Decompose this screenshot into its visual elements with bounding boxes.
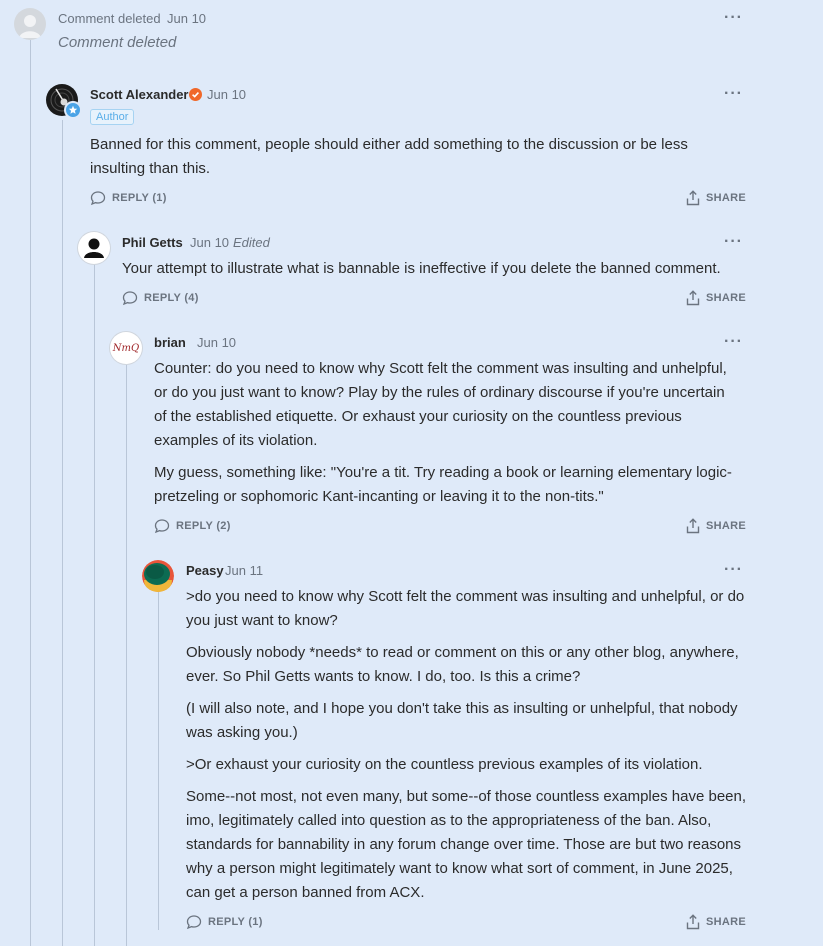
comment-date[interactable]: Jun 10 (207, 87, 246, 102)
user-placeholder-icon (19, 15, 41, 38)
comment-bubble-icon (90, 191, 106, 206)
share-button[interactable]: SHARE (686, 914, 746, 930)
reply-label: REPLY (1) (208, 916, 263, 928)
author-badge: Author (90, 109, 135, 125)
comment-body: Counter: do you need to know why Scott f… (154, 357, 740, 509)
author-star-badge-icon (64, 101, 82, 119)
comment-body: >do you need to know why Scott felt the … (186, 585, 750, 905)
comment-author-name: Comment deleted (58, 11, 161, 26)
comment-body: Banned for this comment, people should e… (90, 133, 730, 181)
comment-bubble-icon (154, 519, 170, 534)
silhouette-avatar-icon (84, 238, 104, 258)
reply-label: REPLY (4) (144, 292, 199, 304)
avatar[interactable]: NmQ (110, 332, 142, 364)
reply-label: REPLY (2) (176, 520, 231, 532)
comment-author-name[interactable]: brian (154, 335, 186, 350)
more-options-button[interactable]: ··· (724, 86, 743, 102)
more-options-button[interactable]: ··· (724, 10, 743, 26)
reply-button[interactable]: REPLY (4) (122, 290, 199, 306)
edited-label: Edited (233, 235, 270, 250)
share-button[interactable]: SHARE (686, 190, 746, 206)
avatar[interactable] (142, 560, 174, 592)
share-icon (686, 290, 700, 306)
comment-date[interactable]: Jun 10 (167, 11, 206, 26)
comment-paragraph: Obviously nobody *needs* to read or comm… (186, 644, 739, 685)
comment-author-name[interactable]: Phil Getts (122, 235, 183, 250)
comment-author-name[interactable]: Scott Alexander (90, 87, 189, 102)
comment-paragraph: >Or exhaust your curiosity on the countl… (186, 756, 703, 773)
share-label: SHARE (706, 292, 747, 304)
thread-line-level-3 (94, 262, 95, 946)
avatar-text: NmQ (112, 342, 140, 354)
comment-bubble-icon (122, 291, 138, 306)
comment-paragraph: Counter: do you need to know why Scott f… (154, 360, 727, 449)
comment-body: Your attempt to illustrate what is banna… (122, 257, 752, 281)
more-options-button[interactable]: ··· (724, 562, 743, 578)
comment-date[interactable]: Jun 11 (225, 563, 263, 578)
comment-paragraph: Some--not most, not even many, but some-… (186, 788, 747, 901)
avatar-placeholder (14, 8, 46, 40)
comment-paragraph: Comment deleted (58, 34, 177, 51)
share-label: SHARE (706, 520, 747, 532)
comment-paragraph: My guess, something like: "You're a tit.… (154, 464, 732, 505)
abstract-avatar-icon (142, 560, 174, 592)
reply-button[interactable]: REPLY (2) (154, 518, 231, 534)
comment-paragraph: (I will also note, and I hope you don't … (186, 700, 738, 741)
share-icon (686, 518, 700, 534)
share-label: SHARE (706, 192, 747, 204)
reply-label: REPLY (1) (112, 192, 167, 204)
thread-line-level-2 (62, 120, 63, 946)
comment-date[interactable]: Jun 10 (197, 335, 236, 350)
reply-button[interactable]: REPLY (1) (186, 914, 263, 930)
share-label: SHARE (706, 916, 747, 928)
share-icon (686, 914, 700, 930)
comment-paragraph: Your attempt to illustrate what is banna… (122, 260, 721, 277)
thread-line-level-1 (30, 40, 31, 946)
avatar[interactable] (78, 232, 110, 264)
thread-line-level-4 (126, 364, 127, 946)
comment-paragraph: >do you need to know why Scott felt the … (186, 588, 745, 629)
comment-author-name[interactable]: Peasy (186, 563, 224, 578)
share-button[interactable]: SHARE (686, 290, 746, 306)
share-icon (686, 190, 700, 206)
comment-paragraph: Banned for this comment, people should e… (90, 136, 688, 177)
share-button[interactable]: SHARE (686, 518, 746, 534)
comment-body: Comment deleted (58, 31, 748, 55)
comment-date[interactable]: Jun 10 (190, 235, 229, 250)
comment-bubble-icon (186, 915, 202, 930)
thread-line-level-5 (158, 592, 159, 930)
verified-check-icon (189, 88, 202, 101)
more-options-button[interactable]: ··· (724, 334, 743, 350)
more-options-button[interactable]: ··· (724, 234, 743, 250)
reply-button[interactable]: REPLY (1) (90, 190, 167, 206)
